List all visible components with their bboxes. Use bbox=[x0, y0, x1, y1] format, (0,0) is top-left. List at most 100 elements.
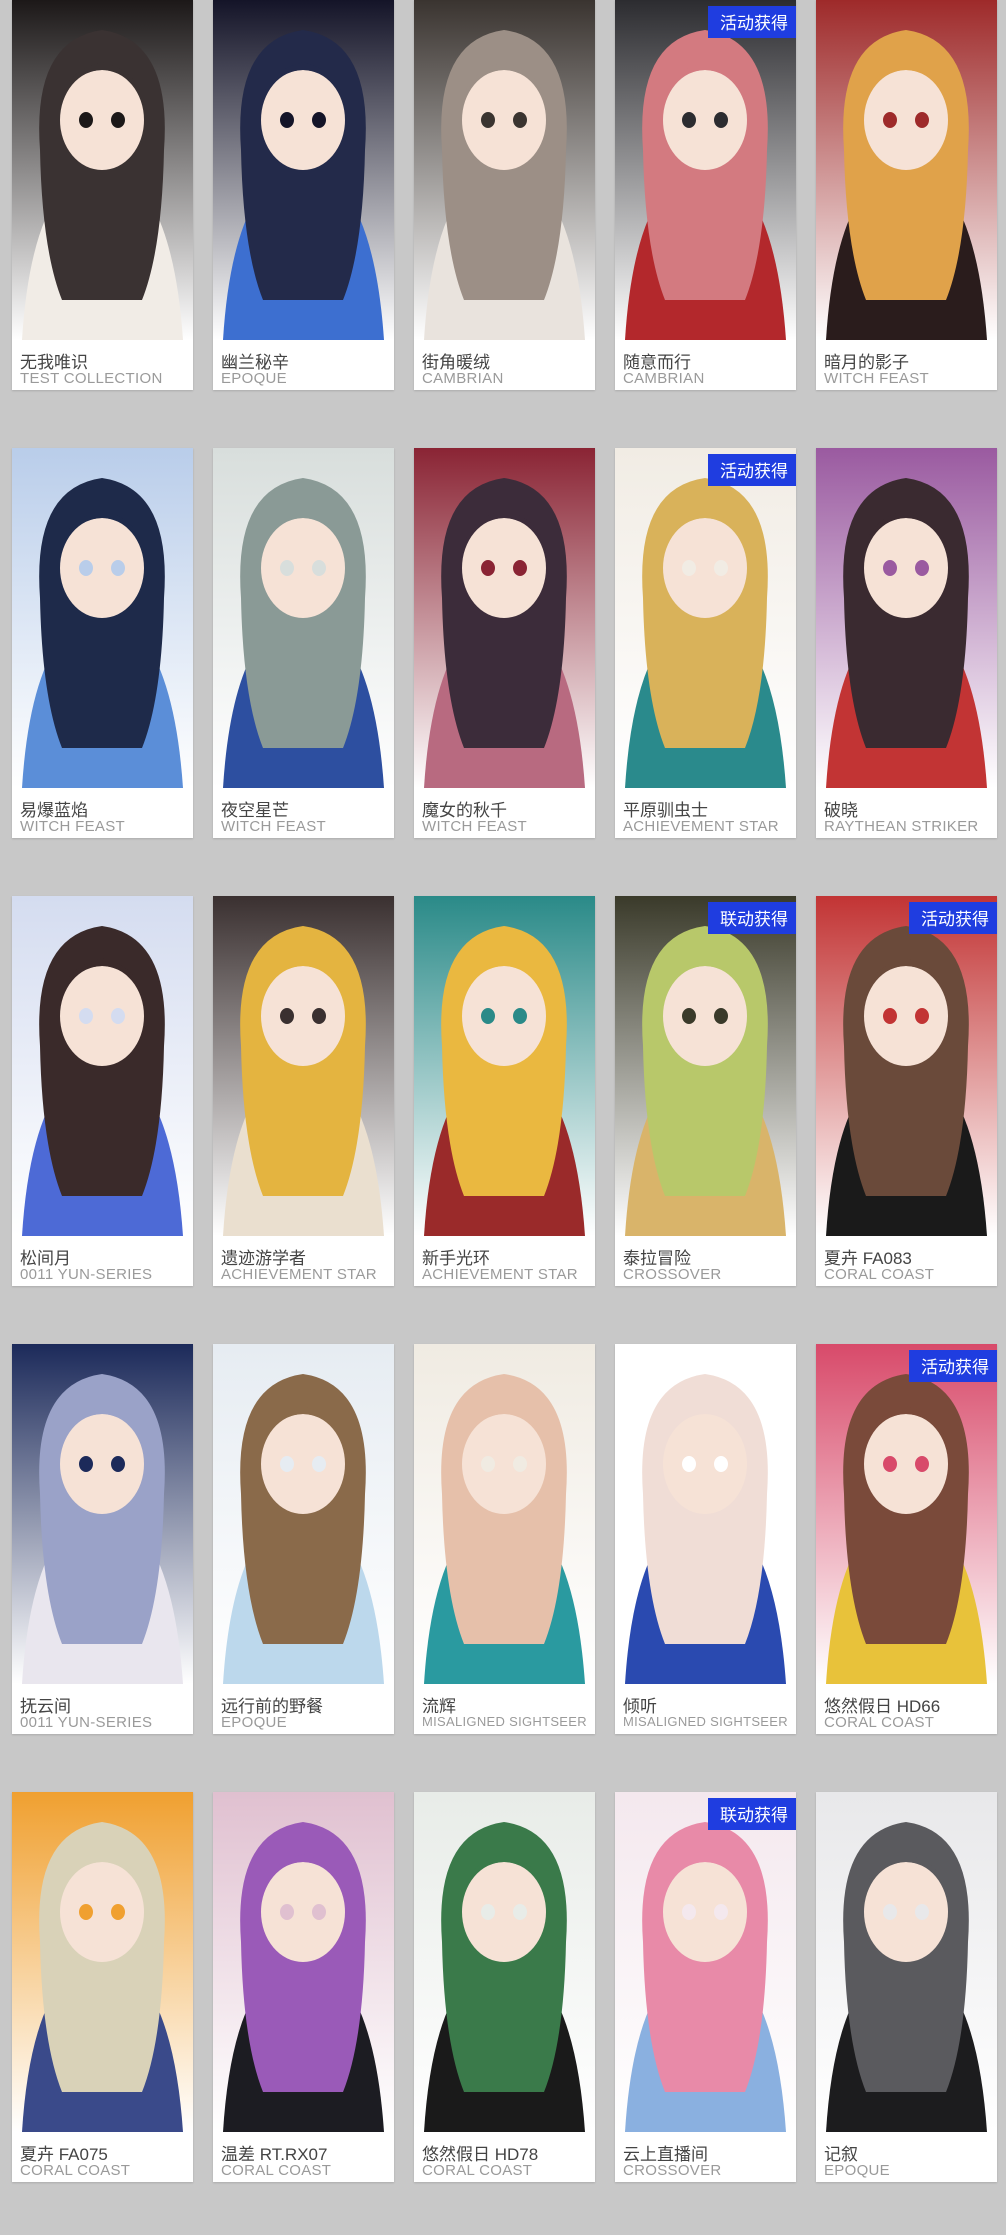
skin-card[interactable]: 暗月的影子 WITCH FEAST bbox=[816, 0, 997, 390]
skin-card[interactable]: 抚云间 0011 YUN-SERIES bbox=[12, 1344, 193, 1734]
series-label: EPOQUE bbox=[824, 2162, 890, 2179]
skin-card[interactable]: 夜空星芒 WITCH FEAST bbox=[213, 448, 394, 838]
series-label: WITCH FEAST bbox=[20, 818, 125, 835]
series-label: CORAL COAST bbox=[824, 1714, 935, 1731]
character-portrait bbox=[414, 1344, 595, 1684]
character-portrait bbox=[213, 448, 394, 788]
skin-card[interactable]: 松间月 0011 YUN-SERIES bbox=[12, 896, 193, 1286]
card-caption: 抚云间 0011 YUN-SERIES bbox=[12, 1684, 193, 1734]
character-portrait bbox=[615, 896, 796, 1236]
skin-card[interactable]: 活动获得夏卉 FA083 CORAL COAST bbox=[816, 896, 997, 1286]
card-caption: 悠然假日 HD78 CORAL COAST bbox=[414, 2132, 595, 2182]
skin-card[interactable]: 遗迹游学者 ACHIEVEMENT STAR bbox=[213, 896, 394, 1286]
skin-card[interactable]: 活动获得悠然假日 HD66 CORAL COAST bbox=[816, 1344, 997, 1734]
card-caption: 无我唯识 TEST COLLECTION bbox=[12, 340, 193, 390]
series-label: EPOQUE bbox=[221, 1714, 287, 1731]
card-caption: 悠然假日 HD66 CORAL COAST bbox=[816, 1684, 997, 1734]
card-caption: 平原驯虫士 ACHIEVEMENT STAR bbox=[615, 788, 796, 838]
skin-card[interactable]: 破晓 RAYTHEAN STRIKER bbox=[816, 448, 997, 838]
character-portrait bbox=[615, 1792, 796, 2132]
card-caption: 幽兰秘辛 EPOQUE bbox=[213, 340, 394, 390]
acquisition-badge: 联动获得 bbox=[708, 1798, 796, 1830]
character-portrait bbox=[12, 1792, 193, 2132]
series-label: CROSSOVER bbox=[623, 1266, 722, 1283]
series-label: RAYTHEAN STRIKER bbox=[824, 818, 979, 835]
skin-card[interactable]: 幽兰秘辛 EPOQUE bbox=[213, 0, 394, 390]
card-caption: 夏卉 FA075 CORAL COAST bbox=[12, 2132, 193, 2182]
card-caption: 云上直播间 CROSSOVER bbox=[615, 2132, 796, 2182]
acquisition-badge: 活动获得 bbox=[708, 6, 796, 38]
card-caption: 泰拉冒险 CROSSOVER bbox=[615, 1236, 796, 1286]
character-portrait bbox=[414, 1792, 595, 2132]
character-portrait bbox=[12, 0, 193, 340]
skin-card[interactable]: 联动获得云上直播间 CROSSOVER bbox=[615, 1792, 796, 2182]
card-caption: 遗迹游学者 ACHIEVEMENT STAR bbox=[213, 1236, 394, 1286]
series-label: CORAL COAST bbox=[20, 2162, 131, 2179]
acquisition-badge: 联动获得 bbox=[708, 902, 796, 934]
card-caption: 暗月的影子 WITCH FEAST bbox=[816, 340, 997, 390]
card-caption: 温差 RT.RX07 CORAL COAST bbox=[213, 2132, 394, 2182]
series-label: TEST COLLECTION bbox=[20, 370, 163, 387]
skin-card[interactable]: 夏卉 FA075 CORAL COAST bbox=[12, 1792, 193, 2182]
character-portrait bbox=[615, 0, 796, 340]
skin-card[interactable]: 活动获得随意而行 CAMBRIAN bbox=[615, 0, 796, 390]
skin-card[interactable]: 街角暖绒 CAMBRIAN bbox=[414, 0, 595, 390]
skin-card[interactable]: 温差 RT.RX07 CORAL COAST bbox=[213, 1792, 394, 2182]
card-caption: 易爆蓝焰 WITCH FEAST bbox=[12, 788, 193, 838]
character-portrait bbox=[213, 1792, 394, 2132]
character-portrait bbox=[615, 448, 796, 788]
skin-card[interactable]: 远行前的野餐 EPOQUE bbox=[213, 1344, 394, 1734]
character-portrait bbox=[12, 448, 193, 788]
acquisition-badge: 活动获得 bbox=[708, 454, 796, 486]
card-caption: 夜空星芒 WITCH FEAST bbox=[213, 788, 394, 838]
skin-grid: 无我唯识 TEST COLLECTION 幽兰秘辛 EPOQUE 街角暖绒 CAMBRIA… bbox=[0, 0, 1006, 2235]
series-label: CAMBRIAN bbox=[422, 370, 504, 387]
character-portrait bbox=[414, 0, 595, 340]
acquisition-badge: 活动获得 bbox=[909, 1350, 997, 1382]
series-label: CORAL COAST bbox=[422, 2162, 533, 2179]
series-label: CORAL COAST bbox=[824, 1266, 935, 1283]
character-portrait bbox=[213, 1344, 394, 1684]
skin-card[interactable]: 魔女的秋千 WITCH FEAST bbox=[414, 448, 595, 838]
card-caption: 倾听 MISALIGNED SIGHTSEER bbox=[615, 1684, 796, 1734]
card-caption: 夏卉 FA083 CORAL COAST bbox=[816, 1236, 997, 1286]
series-label: WITCH FEAST bbox=[221, 818, 326, 835]
card-caption: 记叙 EPOQUE bbox=[816, 2132, 997, 2182]
character-portrait bbox=[816, 1344, 997, 1684]
card-caption: 魔女的秋千 WITCH FEAST bbox=[414, 788, 595, 838]
character-portrait bbox=[414, 448, 595, 788]
series-label: CAMBRIAN bbox=[623, 370, 705, 387]
skin-card[interactable]: 新手光环 ACHIEVEMENT STAR bbox=[414, 896, 595, 1286]
card-caption: 流辉 MISALIGNED SIGHTSEER bbox=[414, 1684, 595, 1734]
series-label: MISALIGNED SIGHTSEER bbox=[422, 1714, 587, 1729]
series-label: 0011 YUN-SERIES bbox=[20, 1714, 153, 1731]
skin-card[interactable]: 记叙 EPOQUE bbox=[816, 1792, 997, 2182]
character-portrait bbox=[213, 0, 394, 340]
series-label: 0011 YUN-SERIES bbox=[20, 1266, 153, 1283]
character-portrait bbox=[12, 896, 193, 1236]
character-portrait bbox=[414, 896, 595, 1236]
skin-card[interactable]: 活动获得平原驯虫士 ACHIEVEMENT STAR bbox=[615, 448, 796, 838]
acquisition-badge: 活动获得 bbox=[909, 902, 997, 934]
series-label: ACHIEVEMENT STAR bbox=[221, 1266, 377, 1283]
card-caption: 松间月 0011 YUN-SERIES bbox=[12, 1236, 193, 1286]
series-label: CORAL COAST bbox=[221, 2162, 332, 2179]
skin-card[interactable]: 流辉 MISALIGNED SIGHTSEER bbox=[414, 1344, 595, 1734]
card-caption: 随意而行 CAMBRIAN bbox=[615, 340, 796, 390]
card-caption: 远行前的野餐 EPOQUE bbox=[213, 1684, 394, 1734]
skin-card[interactable]: 联动获得泰拉冒险 CROSSOVER bbox=[615, 896, 796, 1286]
skin-card[interactable]: 无我唯识 TEST COLLECTION bbox=[12, 0, 193, 390]
character-portrait bbox=[816, 1792, 997, 2132]
skin-card[interactable]: 倾听 MISALIGNED SIGHTSEER bbox=[615, 1344, 796, 1734]
card-caption: 街角暖绒 CAMBRIAN bbox=[414, 340, 595, 390]
series-label: ACHIEVEMENT STAR bbox=[623, 818, 779, 835]
skin-card[interactable]: 易爆蓝焰 WITCH FEAST bbox=[12, 448, 193, 838]
character-portrait bbox=[816, 448, 997, 788]
skin-card[interactable]: 悠然假日 HD78 CORAL COAST bbox=[414, 1792, 595, 2182]
series-label: MISALIGNED SIGHTSEER bbox=[623, 1714, 788, 1729]
series-label: ACHIEVEMENT STAR bbox=[422, 1266, 578, 1283]
series-label: WITCH FEAST bbox=[422, 818, 527, 835]
series-label: WITCH FEAST bbox=[824, 370, 929, 387]
card-caption: 破晓 RAYTHEAN STRIKER bbox=[816, 788, 997, 838]
character-portrait bbox=[12, 1344, 193, 1684]
